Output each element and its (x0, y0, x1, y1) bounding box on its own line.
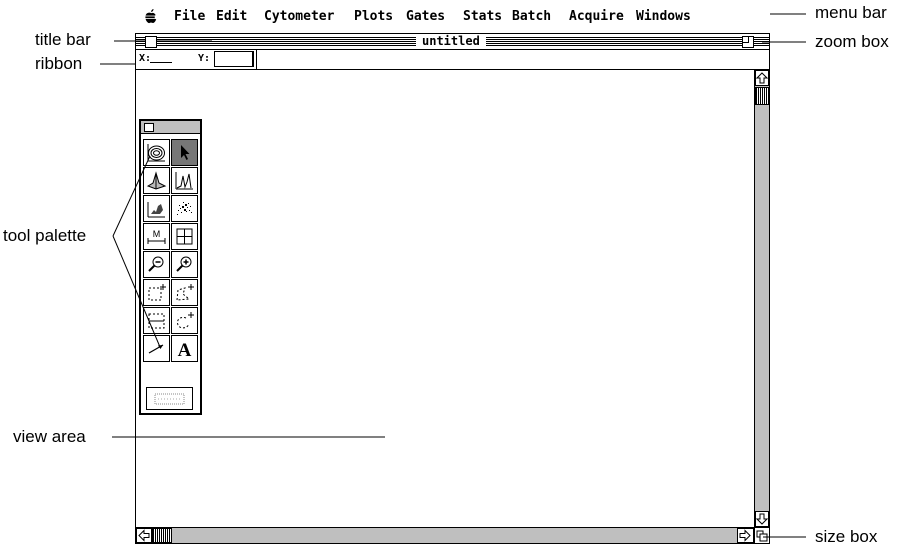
tool-palette: M A (139, 119, 202, 415)
density-plot-icon (147, 202, 165, 218)
menu-acquire[interactable]: Acquire (569, 9, 624, 25)
right-arrow-icon (739, 529, 751, 542)
down-arrow-icon (755, 513, 769, 525)
menu-gates[interactable]: Gates (406, 9, 445, 25)
scroll-down-button[interactable] (755, 511, 769, 527)
ribbon-y-value (214, 51, 254, 67)
histogram-icon (175, 172, 193, 190)
pointer-tool[interactable] (171, 139, 198, 166)
polygon-gate-tool[interactable] (171, 279, 198, 306)
ribbon-label: ribbon (35, 54, 83, 73)
scroll-up-button[interactable] (755, 70, 769, 86)
view-area[interactable] (136, 70, 754, 528)
scroll-left-button[interactable] (136, 528, 152, 543)
zoom-in-icon (176, 256, 192, 272)
quadrant-tool[interactable] (171, 223, 198, 250)
arrow-pointer-icon (181, 145, 190, 160)
polygon-gate-icon (176, 284, 194, 301)
tool-palette-label: tool palette (3, 226, 87, 245)
contour-plot-icon (147, 144, 165, 162)
freeform-gate-icon (177, 312, 194, 329)
density-plot-tool[interactable] (143, 195, 170, 222)
text-tool-glyph: A (178, 340, 192, 359)
document-window: untitled X: Y: (135, 33, 770, 544)
apple-menu-icon[interactable] (144, 8, 158, 24)
title-bar-label: title bar (35, 30, 91, 49)
horizontal-scroll-thumb[interactable] (152, 528, 172, 543)
vertical-scrollbar[interactable] (754, 70, 769, 528)
zoom-out-tool[interactable] (143, 251, 170, 278)
range-gate-tool[interactable] (143, 307, 170, 334)
ribbon: X: Y: (136, 50, 769, 70)
zoom-in-tool[interactable] (171, 251, 198, 278)
marker-glyph: M (153, 229, 161, 239)
marker-tool[interactable]: M (143, 223, 170, 250)
zoom-out-icon (148, 256, 164, 272)
menu-batch[interactable]: Batch (512, 9, 551, 25)
freeform-gate-tool[interactable] (171, 307, 198, 334)
marker-icon: M (147, 229, 166, 244)
menu-edit[interactable]: Edit (216, 9, 247, 25)
ribbon-x-label: X: (139, 53, 152, 64)
resize-grip-icon (756, 530, 768, 542)
zoom-box-label: zoom box (815, 32, 889, 51)
ribbon-x-value (150, 60, 172, 63)
size-box[interactable] (754, 527, 769, 543)
menu-file[interactable]: File (174, 9, 205, 25)
ribbon-y-label: Y: (198, 53, 211, 64)
menu-windows[interactable]: Windows (636, 9, 691, 25)
palette-close-box[interactable] (144, 123, 154, 132)
quadrant-icon (176, 228, 193, 245)
menu-bar: File Edit Cytometer Plots Gates Stats Ba… (136, 0, 770, 30)
scroll-right-button[interactable] (737, 528, 754, 543)
histogram-tool[interactable] (171, 167, 198, 194)
menu-bar-label: menu bar (815, 3, 887, 22)
palette-extra-button[interactable] (146, 387, 193, 410)
menu-stats[interactable]: Stats (463, 9, 502, 25)
left-arrow-icon (138, 529, 150, 542)
palette-title-bar[interactable] (141, 121, 200, 134)
contour-plot-tool[interactable] (143, 139, 170, 166)
menu-plots[interactable]: Plots (354, 9, 393, 25)
up-arrow-icon (755, 72, 769, 84)
line-tool[interactable] (143, 335, 170, 362)
keyboard-icon (154, 393, 185, 405)
menu-cytometer[interactable]: Cytometer (264, 9, 334, 25)
3d-plot-tool[interactable] (143, 167, 170, 194)
size-box-label: size box (815, 527, 878, 546)
rectangle-gate-tool[interactable] (143, 279, 170, 306)
ribbon-divider (256, 50, 257, 69)
title-bar[interactable]: untitled (136, 34, 769, 50)
horizontal-scrollbar[interactable] (136, 527, 755, 543)
dot-plot-icon (177, 202, 192, 215)
window-title: untitled (416, 34, 486, 49)
line-tool-icon (148, 344, 164, 354)
close-box[interactable] (145, 36, 157, 48)
vertical-scroll-thumb[interactable] (755, 87, 769, 105)
3d-plot-icon (146, 171, 167, 190)
view-area-label: view area (13, 427, 86, 446)
text-tool-icon: A (178, 340, 192, 359)
rectangle-gate-icon (148, 284, 166, 301)
dot-plot-tool[interactable] (171, 195, 198, 222)
range-gate-icon (148, 313, 165, 329)
zoom-box[interactable] (742, 36, 754, 48)
text-tool[interactable]: A (171, 335, 198, 362)
